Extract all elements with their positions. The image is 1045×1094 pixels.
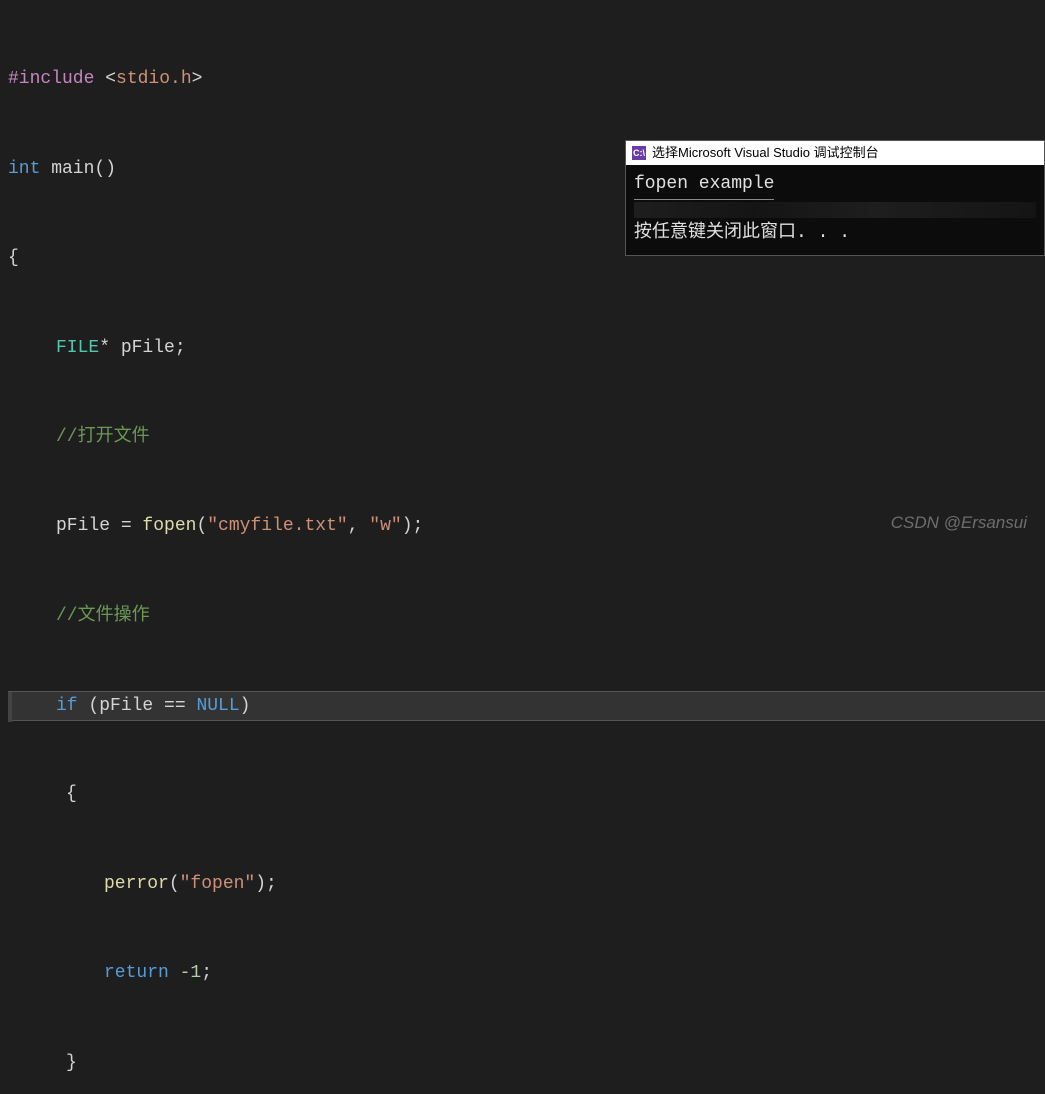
console-output: fopen example 按任意键关闭此窗口. . . — [626, 165, 1044, 255]
include-path: stdio.h — [116, 69, 192, 89]
number-literal: -1 — [180, 963, 202, 983]
code-line: #include <stdio.h> — [8, 65, 1045, 95]
console-icon: C:\ — [632, 146, 646, 160]
function-call: fopen — [142, 516, 196, 536]
watermark: CSDN @Ersansui — [891, 509, 1027, 537]
keyword-return: return — [104, 963, 180, 983]
string-literal: "cmyfile.txt" — [207, 516, 347, 536]
code-line: FILE* pFile; — [8, 334, 1045, 364]
function-name: main — [40, 159, 94, 179]
comment: //文件操作 — [56, 606, 150, 626]
string-literal: "w" — [369, 516, 401, 536]
preprocessor-directive: #include — [8, 69, 94, 89]
code-line: perror("fopen"); — [8, 870, 1045, 900]
code-line: { — [8, 780, 1045, 810]
breakpoint-gutter[interactable] — [8, 692, 12, 722]
code-line: } — [8, 1049, 1045, 1079]
highlighted-line: if (pFile == NULL) — [8, 691, 1045, 721]
code-line: //打开文件 — [8, 423, 1045, 453]
console-title: 选择Microsoft Visual Studio 调试控制台 — [652, 142, 879, 163]
code-line: //文件操作 — [8, 602, 1045, 632]
variable: pFile — [121, 338, 175, 358]
debug-console-window[interactable]: C:\ 选择Microsoft Visual Studio 调试控制台 fope… — [625, 140, 1045, 256]
redacted-line — [634, 202, 1036, 218]
type-name: FILE — [56, 338, 99, 358]
function-call: perror — [104, 874, 169, 894]
code-line: return -1; — [8, 959, 1045, 989]
null-macro: NULL — [196, 696, 239, 716]
console-output-line: 按任意键关闭此窗口. . . — [634, 220, 1036, 247]
comment: //打开文件 — [56, 427, 150, 447]
console-titlebar[interactable]: C:\ 选择Microsoft Visual Studio 调试控制台 — [626, 141, 1044, 165]
type-keyword: int — [8, 159, 40, 179]
keyword-if: if — [56, 696, 88, 716]
string-literal: "fopen" — [180, 874, 256, 894]
console-output-line: fopen example — [634, 171, 774, 200]
code-line: pFile = fopen("cmyfile.txt", "w"); — [8, 512, 1045, 542]
